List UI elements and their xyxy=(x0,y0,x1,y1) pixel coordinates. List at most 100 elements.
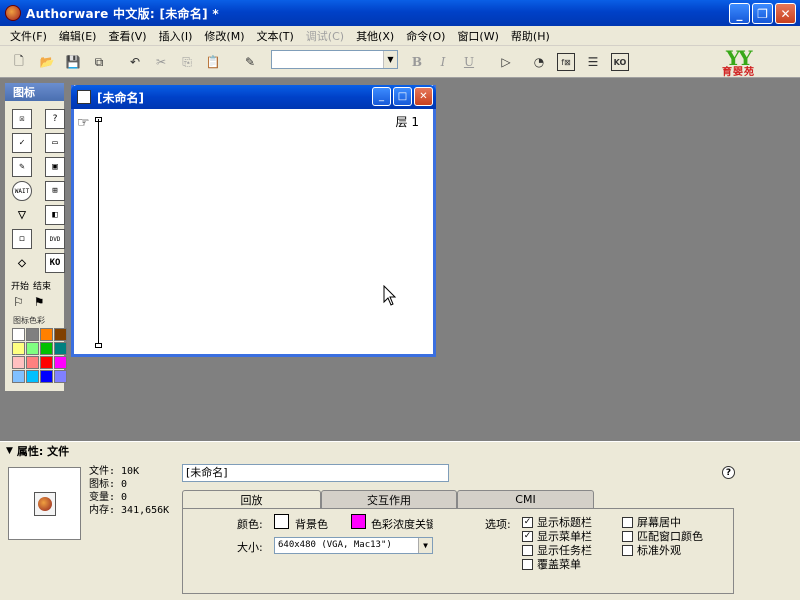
authorware-app-icon[interactable] xyxy=(5,5,21,21)
close-button[interactable]: ✕ xyxy=(775,3,796,24)
tab-interaction[interactable]: 交互作用 xyxy=(321,490,457,508)
wait-icon[interactable]: WAIT xyxy=(12,181,32,201)
motion-icon[interactable]: ✓ xyxy=(12,133,32,153)
sound-icon[interactable]: DVD xyxy=(45,229,65,249)
control-panel-icon[interactable]: ◔ xyxy=(530,53,548,71)
save-all-icon[interactable]: 💾 xyxy=(64,53,82,71)
new-file-icon[interactable]: 🗋 xyxy=(10,53,28,71)
color-swatch[interactable] xyxy=(40,328,53,341)
chevron-down-icon[interactable]: ▼ xyxy=(383,51,397,68)
design-minimize-button[interactable]: _ xyxy=(372,87,391,106)
end-flag-icon[interactable]: ⚑ xyxy=(34,295,45,309)
color-swatch[interactable] xyxy=(12,356,25,369)
menu-other[interactable]: 其他(X) xyxy=(350,28,400,44)
color-swatch[interactable] xyxy=(54,356,67,369)
tab-playback[interactable]: 回放 xyxy=(182,490,321,509)
color-swatch[interactable] xyxy=(40,356,53,369)
icon-palette-title[interactable]: 图标 xyxy=(5,83,64,101)
menu-window[interactable]: 窗口(W) xyxy=(451,28,504,44)
functions-icon[interactable]: f⊠ xyxy=(557,53,575,71)
open-file-icon[interactable]: 📂 xyxy=(38,53,56,71)
start-flag-icon[interactable]: ⚐ xyxy=(13,295,24,309)
color-swatch[interactable] xyxy=(12,342,25,355)
erase-icon[interactable]: ✎ xyxy=(12,157,32,177)
map-icon[interactable]: ◻ xyxy=(12,229,32,249)
menu-file[interactable]: 文件(F) xyxy=(4,28,53,44)
menu-commands[interactable]: 命令(O) xyxy=(400,28,451,44)
color-swatch[interactable] xyxy=(54,328,67,341)
restore-button[interactable]: ❐ xyxy=(752,3,773,24)
knowledge-object-icon[interactable]: KO xyxy=(45,253,65,273)
menu-edit[interactable]: 编辑(E) xyxy=(53,28,103,44)
option-label: 标准外观 xyxy=(637,544,681,557)
color-swatch[interactable] xyxy=(40,342,53,355)
paste-icon[interactable]: 📋 xyxy=(204,53,222,71)
bold-icon[interactable]: B xyxy=(408,53,426,71)
checkbox-checked[interactable]: ✓ xyxy=(522,516,533,528)
file-info: 文件: 10K 图标: 0 变量: 0 内存: 341,656K xyxy=(89,465,169,517)
collapse-arrow-icon[interactable]: ▼ xyxy=(6,446,13,456)
decision-icon[interactable]: ? xyxy=(45,109,65,129)
authorware-file-icon xyxy=(33,491,56,516)
file-name-field[interactable]: [未命名] xyxy=(182,464,449,482)
color-swatch[interactable] xyxy=(26,328,39,341)
flowline-canvas[interactable]: ☞ 层 1 xyxy=(74,109,433,354)
design-maximize-button[interactable]: □ xyxy=(393,87,412,106)
minimize-button[interactable]: _ xyxy=(729,3,750,24)
variables-icon[interactable]: ☰ xyxy=(584,53,602,71)
color-swatch[interactable] xyxy=(26,342,39,355)
presentation-size-select[interactable]: 640x480 (VGA, Mac13") ▼ xyxy=(274,537,433,554)
cut-icon[interactable]: ✂ xyxy=(152,53,170,71)
digital-movie-icon[interactable]: ◧ xyxy=(45,205,65,225)
menu-help[interactable]: 帮助(H) xyxy=(505,28,556,44)
color-swatch[interactable] xyxy=(40,370,53,383)
italic-icon[interactable]: I xyxy=(434,53,452,71)
design-close-button[interactable]: ✕ xyxy=(414,87,433,106)
import-icon[interactable]: ⧉ xyxy=(90,53,108,71)
option-overlay-menu[interactable]: 覆盖菜单 xyxy=(522,556,581,572)
copy-icon[interactable]: ⎘ xyxy=(178,53,196,71)
checkbox-unchecked[interactable] xyxy=(622,530,633,542)
color-swatch[interactable] xyxy=(12,370,25,383)
navigate-icon[interactable]: ▽ xyxy=(12,205,32,225)
checkbox-unchecked[interactable] xyxy=(622,516,633,528)
checkbox-checked[interactable]: ✓ xyxy=(522,530,533,542)
flowline[interactable] xyxy=(98,119,99,345)
menu-text[interactable]: 文本(T) xyxy=(250,28,299,44)
checkbox-unchecked[interactable] xyxy=(522,558,533,570)
icon-color-label: 图标色彩 xyxy=(13,316,45,325)
checkbox-unchecked[interactable] xyxy=(622,544,633,556)
undo-icon[interactable]: ↶ xyxy=(126,53,144,71)
tab-cmi[interactable]: CMI xyxy=(457,490,594,508)
text-style-select[interactable]: ▼ xyxy=(271,50,398,69)
chevron-down-icon[interactable]: ▼ xyxy=(418,538,432,553)
underline-icon[interactable]: U xyxy=(460,53,478,71)
color-swatch[interactable] xyxy=(54,342,67,355)
color-swatch[interactable] xyxy=(26,370,39,383)
properties-header[interactable]: ▼ 属性: 文件 xyxy=(0,441,800,459)
menu-debug[interactable]: 调试(C) xyxy=(300,28,350,44)
display-icon[interactable]: ☒ xyxy=(12,109,32,129)
find-icon[interactable]: ✎ xyxy=(241,53,259,71)
menu-view[interactable]: 查看(V) xyxy=(102,28,152,44)
restart-icon[interactable]: ▷ xyxy=(497,53,515,71)
properties-title: 属性: 文件 xyxy=(16,444,70,458)
icon-palette: 图标 ☒ ? ✓ ▭ ✎ ▣ WAIT ⊞ ▽ ◧ ◻ DVD ◇ KO 开始 … xyxy=(4,82,67,392)
interaction-icon[interactable]: ▭ xyxy=(45,133,65,153)
knowledge-objects-icon[interactable]: KO xyxy=(611,53,629,71)
group-icon[interactable]: ◇ xyxy=(12,253,32,273)
framework-icon[interactable]: ⊞ xyxy=(45,181,65,201)
checkbox-unchecked[interactable] xyxy=(522,544,533,556)
menu-insert[interactable]: 插入(I) xyxy=(153,28,199,44)
option-standard-appearance[interactable]: 标准外观 xyxy=(622,542,681,558)
background-color-chip[interactable] xyxy=(274,514,289,529)
chroma-key-label: 色彩浓度关键 xyxy=(371,518,433,531)
color-swatch[interactable] xyxy=(26,356,39,369)
help-icon[interactable]: ? xyxy=(722,466,735,479)
menu-modify[interactable]: 修改(M) xyxy=(198,28,250,44)
color-swatch[interactable] xyxy=(12,328,25,341)
chroma-key-color-chip[interactable] xyxy=(351,514,366,529)
color-swatch[interactable] xyxy=(54,370,67,383)
design-window-title-bar[interactable]: [未命名] _ □ ✕ xyxy=(71,85,436,109)
calculation-icon[interactable]: ▣ xyxy=(45,157,65,177)
